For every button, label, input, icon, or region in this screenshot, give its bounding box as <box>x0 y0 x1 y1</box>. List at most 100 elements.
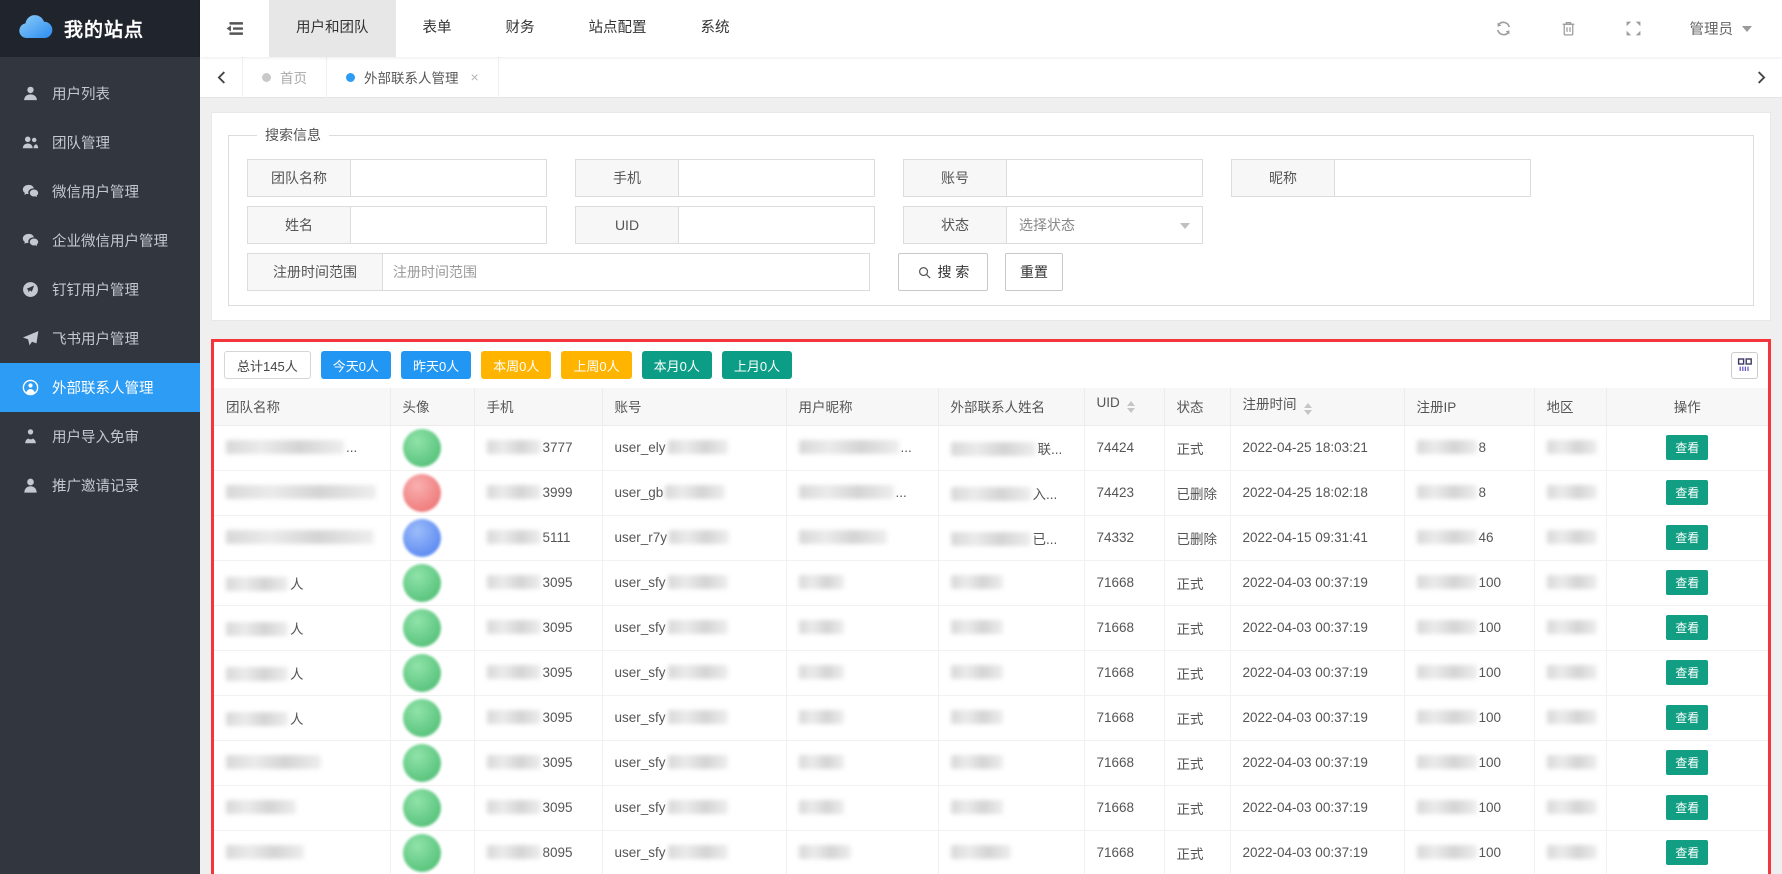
time-range-input[interactable] <box>383 254 869 290</box>
sidebar: 我的站点 用户列表团队管理微信用户管理企业微信用户管理钉钉用户管理飞书用户管理外… <box>0 0 200 874</box>
redacted-text <box>799 620 844 634</box>
redacted-text <box>487 485 541 499</box>
cell-uid: 71668 <box>1084 695 1164 740</box>
cloud-logo-icon <box>16 15 54 42</box>
view-button[interactable]: 查看 <box>1666 570 1708 595</box>
cell-ip-tail: 100 <box>1479 710 1502 725</box>
redacted-text <box>1547 485 1597 499</box>
redacted-text <box>951 620 1003 634</box>
redacted-text <box>668 800 728 814</box>
cell-action: 查看 <box>1606 470 1768 515</box>
topnav-tab-5[interactable]: 系统 <box>674 0 757 57</box>
cell-reg-time: 2022-04-03 00:37:19 <box>1230 560 1404 605</box>
field-account: 账号 <box>903 159 1203 197</box>
admin-menu[interactable]: 管理员 <box>1690 18 1753 39</box>
trash-icon[interactable] <box>1560 20 1577 37</box>
cell-status: 正式 <box>1164 605 1230 650</box>
tabs-scroll-right-icon[interactable] <box>1740 71 1782 84</box>
avatar <box>403 834 441 872</box>
view-button[interactable]: 查看 <box>1666 660 1708 685</box>
cell-status: 已删除 <box>1164 470 1230 515</box>
view-button[interactable]: 查看 <box>1666 705 1708 730</box>
status-label: 状态 <box>903 206 1007 244</box>
cell-team-name: ... <box>214 425 390 470</box>
view-button[interactable]: 查看 <box>1666 435 1708 460</box>
view-button[interactable]: 查看 <box>1666 840 1708 865</box>
redacted-text <box>226 800 296 814</box>
column-header-reg_time[interactable]: 注册时间 <box>1230 388 1404 425</box>
sidebar-item-invite-records[interactable]: 推广邀请记录 <box>0 461 200 510</box>
tab-close-icon[interactable]: × <box>471 69 479 85</box>
cell-uid: 71668 <box>1084 740 1164 785</box>
column-settings-button[interactable] <box>1731 352 1758 379</box>
view-button[interactable]: 查看 <box>1666 615 1708 640</box>
view-button[interactable]: 查看 <box>1666 480 1708 505</box>
redacted-text <box>1417 800 1477 814</box>
search-button-label: 搜 索 <box>938 262 970 282</box>
column-header-uid[interactable]: UID <box>1084 388 1164 425</box>
sidebar-item-team-management[interactable]: 团队管理 <box>0 118 200 167</box>
cell-reg-ip: 100 <box>1404 830 1534 874</box>
cell-account-prefix: user_sfy <box>615 710 666 725</box>
sidebar-item-wechat-users[interactable]: 微信用户管理 <box>0 167 200 216</box>
redacted-text <box>226 712 288 726</box>
column-label: UID <box>1097 395 1120 410</box>
sidebar-item-dingtalk-users[interactable]: 钉钉用户管理 <box>0 265 200 314</box>
refresh-icon[interactable] <box>1495 20 1512 37</box>
field-uid: UID <box>575 206 875 244</box>
name-input[interactable] <box>351 207 546 243</box>
redacted-text <box>226 845 304 859</box>
reset-button[interactable]: 重置 <box>1005 253 1063 291</box>
topnav-tab-3[interactable]: 财务 <box>479 0 562 57</box>
view-button[interactable]: 查看 <box>1666 525 1708 550</box>
cell-nickname: ... <box>786 425 938 470</box>
menu-fold-icon[interactable] <box>200 20 269 37</box>
account-input[interactable] <box>1007 160 1202 196</box>
cell-contact-name <box>938 605 1084 650</box>
cell-team-tail: 人 <box>290 712 304 727</box>
cell-region <box>1534 605 1606 650</box>
uid-input[interactable] <box>679 207 874 243</box>
team-name-input[interactable] <box>351 160 546 196</box>
cell-contact-name: 入... <box>938 470 1084 515</box>
view-button[interactable]: 查看 <box>1666 795 1708 820</box>
fullscreen-icon[interactable] <box>1625 20 1642 37</box>
redacted-text <box>1417 620 1477 634</box>
search-buttons: 搜 索 重置 <box>898 253 1063 291</box>
redacted-text <box>951 710 1003 724</box>
topnav-tab-4[interactable]: 站点配置 <box>562 0 674 57</box>
cell-nickname: ... <box>786 470 938 515</box>
sidebar-item-feishu-users[interactable]: 飞书用户管理 <box>0 314 200 363</box>
phone-input[interactable] <box>679 160 874 196</box>
nickname-input[interactable] <box>1335 160 1530 196</box>
cell-phone: 3095 <box>474 650 602 695</box>
view-button[interactable]: 查看 <box>1666 750 1708 775</box>
column-header-account: 账号 <box>602 388 786 425</box>
cell-account: user_sfy <box>602 605 786 650</box>
cell-uid: 74423 <box>1084 470 1164 515</box>
sidebar-item-user-list[interactable]: 用户列表 <box>0 69 200 118</box>
redacted-text <box>799 575 844 589</box>
tabs-scroll-left-icon[interactable] <box>200 71 242 84</box>
sort-icon[interactable] <box>1127 397 1135 417</box>
page-tab-1[interactable]: 首页 <box>242 57 327 98</box>
topnav-tab-2[interactable]: 表单 <box>396 0 479 57</box>
cell-nickname <box>786 650 938 695</box>
cell-account-prefix: user_sfy <box>615 800 666 815</box>
cell-nickname <box>786 830 938 874</box>
redacted-text <box>1547 530 1597 544</box>
cell-account-prefix: user_sfy <box>615 620 666 635</box>
redacted-text <box>226 440 344 454</box>
cell-account-prefix: user_gb <box>615 485 664 500</box>
sort-icon[interactable] <box>1304 399 1312 419</box>
cell-region <box>1534 560 1606 605</box>
sidebar-item-external-contacts[interactable]: 外部联系人管理 <box>0 363 200 412</box>
search-button[interactable]: 搜 索 <box>898 253 988 291</box>
topnav-tab-1[interactable]: 用户和团队 <box>269 0 396 57</box>
sidebar-item-user-import[interactable]: 用户导入免审 <box>0 412 200 461</box>
sidebar-item-wecom-users[interactable]: 企业微信用户管理 <box>0 216 200 265</box>
table-row: 5111user_r7y已...74332已删除2022-04-15 09:31… <box>214 515 1768 560</box>
redacted-text <box>226 755 321 769</box>
page-tab-2[interactable]: 外部联系人管理× <box>327 57 499 98</box>
status-select[interactable]: 选择状态 <box>1007 206 1203 244</box>
